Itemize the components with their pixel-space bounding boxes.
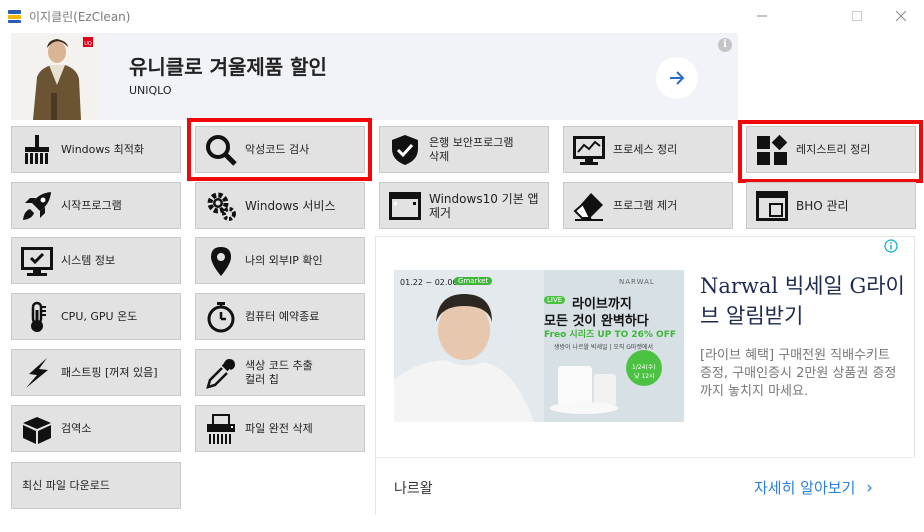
lightning-icon — [20, 356, 54, 390]
cpu-gpu-temp-label: CPU, GPU 온도 — [61, 309, 138, 323]
banner-model-photo: UQ — [11, 33, 99, 120]
maximize-button[interactable] — [834, 0, 880, 32]
chevron-right-icon: › — [866, 478, 873, 498]
program-remove-button[interactable]: 프로그램 제거 — [563, 182, 733, 229]
ad-live-date: 1/24(수) — [632, 364, 656, 371]
latest-download-button[interactable]: 최신 파일 다운로드 — [11, 462, 181, 509]
ad-description: [라이브 혜택] 구매전원 직배수키트 증정, 구매인증시 2만원 상품권 증정… — [700, 348, 897, 399]
ad-advertiser: 나르왈 — [394, 481, 433, 497]
ad-info-icon[interactable]: i — [718, 38, 732, 52]
fast-ping-button[interactable]: 패스트핑 [꺼져 있음] — [11, 349, 181, 396]
ezclean-window: 이지클린(EzClean) UQ 유니클로 겨울제품 할인 UNIQLO i W… — [0, 0, 924, 532]
latest-download-label: 최신 파일 다운로드 — [22, 478, 110, 492]
app-logo-icon — [8, 10, 21, 23]
highlight-malware-scan — [187, 118, 372, 181]
bank-security-remove-button[interactable]: 은행 보안프로그램 삭제 — [379, 126, 549, 173]
monitor-chart-icon — [572, 133, 606, 167]
file-shred-label: 파일 완전 삭제 — [245, 421, 313, 435]
bho-manage-label: BHO 관리 — [796, 198, 849, 213]
win10-default-apps-label: Windows10 기본 앱 제거 — [429, 191, 539, 220]
system-info-label: 시스템 정보 — [61, 253, 116, 267]
quarantine-label: 검역소 — [61, 421, 92, 435]
cpu-gpu-temp-button[interactable]: CPU, GPU 온도 — [11, 293, 181, 340]
rocket-icon — [20, 189, 54, 223]
external-ip-button[interactable]: 나의 외부IP 확인 — [195, 237, 365, 284]
quarantine-button[interactable]: 검역소 — [11, 405, 181, 452]
ad-brand: NARWAL — [619, 278, 655, 286]
svg-text:UQ: UQ — [84, 41, 92, 47]
program-remove-label: 프로그램 제거 — [613, 198, 678, 212]
thermometer-icon — [20, 300, 54, 334]
box-icon — [20, 412, 54, 446]
browser-window-icon — [755, 189, 789, 223]
shield-check-icon — [388, 133, 422, 167]
scheduled-shutdown-button[interactable]: 컴퓨터 예약종료 — [195, 293, 365, 340]
scheduled-shutdown-label: 컴퓨터 예약종료 — [245, 309, 320, 323]
highlight-registry-cleanup — [738, 120, 923, 183]
ad-product-image[interactable]: 01.22 ~ 02.06 Gmarket NARWAL LIVE 라이브까지 … — [394, 270, 684, 422]
windows-services-label: Windows 서비스 — [245, 198, 336, 213]
stopwatch-icon — [204, 300, 238, 334]
banner-brand: UNIQLO — [129, 84, 172, 97]
startup-programs-button[interactable]: 시작프로그램 — [11, 182, 181, 229]
external-ip-label: 나의 외부IP 확인 — [245, 253, 323, 267]
title-bar[interactable]: 이지클린(EzClean) — [0, 0, 924, 32]
windows-optimize-button[interactable]: Windows 최적화 — [11, 126, 181, 173]
banner-headline: 유니클로 겨울제품 할인 — [129, 55, 327, 79]
ad-live-time: 낮 12시 — [634, 373, 655, 380]
side-ad[interactable]: 01.22 ~ 02.06 Gmarket NARWAL LIVE 라이브까지 … — [375, 236, 916, 515]
ad-learn-more-link[interactable]: 자세히 알아보기 › — [754, 477, 873, 498]
ad-headline[interactable]: Narwal 빅세일 G라이브 알림받기 — [700, 271, 905, 331]
ad-line-3: Freo 시리즈 UP TO 26% OFF — [544, 330, 676, 340]
ad-line-4: 생방이 나르왈 빅세일 | 오직 G마켓에서 — [554, 344, 654, 351]
eraser-icon — [572, 189, 606, 223]
file-shred-button[interactable]: 파일 완전 삭제 — [195, 405, 365, 452]
ad-market: Gmarket — [454, 277, 493, 285]
system-info-button[interactable]: 시스템 정보 — [11, 237, 181, 284]
banner-go-button[interactable] — [656, 57, 698, 99]
eyedropper-icon — [204, 356, 238, 390]
gears-icon — [204, 189, 238, 223]
close-button[interactable] — [878, 0, 924, 32]
windows-services-button[interactable]: Windows 서비스 — [195, 182, 365, 229]
ad-date-range: 01.22 ~ 02.06 — [400, 278, 458, 287]
windows-optimize-label: Windows 최적화 — [61, 142, 144, 156]
bank-security-label: 은행 보안프로그램 삭제 — [429, 135, 514, 163]
minimize-button[interactable] — [739, 0, 785, 32]
broom-icon — [20, 133, 54, 167]
color-picker-button[interactable]: 색상 코드 추출 컬러 칩 — [195, 349, 365, 396]
close-icon — [896, 11, 906, 21]
window-title: 이지클린(EzClean) — [29, 10, 131, 24]
ad-cta-label: 자세히 알아보기 — [754, 479, 856, 497]
maximize-icon — [852, 11, 862, 21]
map-pin-icon — [204, 244, 238, 278]
app-window-icon — [388, 189, 422, 223]
bho-manage-button[interactable]: BHO 관리 — [746, 182, 916, 229]
arrow-right-icon — [670, 71, 685, 85]
ad-live-badge: LIVE — [544, 296, 566, 304]
ad-choices-icon[interactable] — [884, 239, 898, 253]
fast-ping-label: 패스트핑 [꺼져 있음] — [61, 365, 158, 379]
win10-default-apps-button[interactable]: Windows10 기본 앱 제거 — [379, 182, 549, 229]
process-cleanup-button[interactable]: 프로세스 정리 — [563, 126, 733, 173]
top-banner-ad[interactable]: UQ 유니클로 겨울제품 할인 UNIQLO i — [11, 33, 738, 120]
process-cleanup-label: 프로세스 정리 — [613, 142, 678, 156]
shredder-icon — [204, 412, 238, 446]
startup-programs-label: 시작프로그램 — [61, 198, 122, 212]
monitor-check-icon — [20, 244, 54, 278]
color-picker-label: 색상 코드 추출 컬러 칩 — [245, 358, 313, 386]
ad-footer: 나르왈 자세히 알아보기 › — [376, 457, 916, 515]
minimize-icon — [757, 15, 767, 17]
